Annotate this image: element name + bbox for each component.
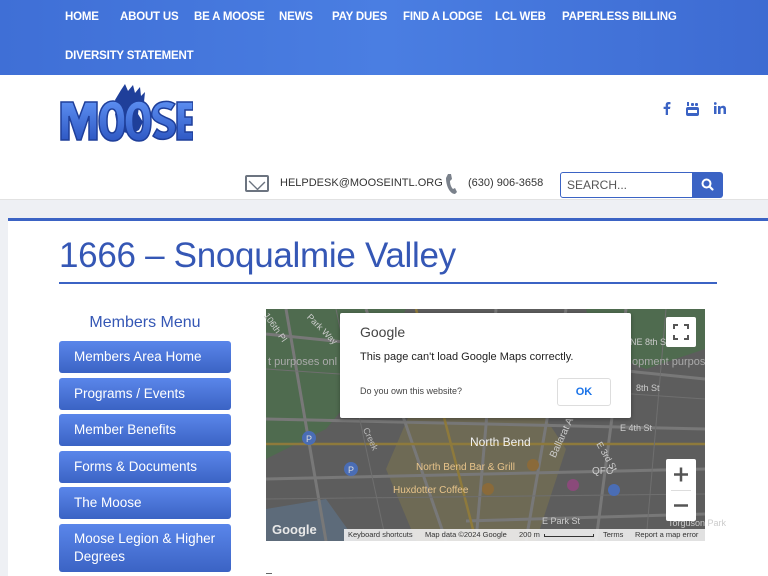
content-dash <box>266 573 272 574</box>
title-underline <box>59 282 717 284</box>
menu-programs-events[interactable]: Programs / Events <box>59 378 231 410</box>
nav-news[interactable]: NEWS <box>279 11 313 23</box>
map-scale-bar <box>544 534 594 537</box>
contact-email[interactable]: HELPDESK@MOOSEINTL.ORG <box>280 177 443 189</box>
nav-about-us[interactable]: ABOUT US <box>120 11 179 23</box>
menu-forms-documents[interactable]: Forms & Documents <box>59 451 231 483</box>
terms-link[interactable]: Terms <box>603 530 623 539</box>
map-label-park-st: E Park St <box>542 516 581 526</box>
map-scale-label[interactable]: 200 m <box>519 530 540 539</box>
plus-icon <box>674 467 688 482</box>
search-button[interactable] <box>692 172 723 198</box>
zoom-out-button[interactable] <box>666 490 696 521</box>
map-watermark-right: opment purpos <box>632 356 706 368</box>
menu-label: Forms & Documents <box>74 459 198 474</box>
nav-pay-dues[interactable]: PAY DUES <box>332 11 387 23</box>
menu-member-benefits[interactable]: Member Benefits <box>59 414 231 446</box>
moose-logo[interactable] <box>59 84 193 142</box>
map-label-e4th: E 4th St <box>620 423 653 433</box>
fullscreen-icon <box>673 324 689 340</box>
nav-lcl-web[interactable]: LCL WEB <box>495 11 546 23</box>
map-data-attribution: Map data ©2024 Google <box>425 530 507 539</box>
menu-label: Programs / Events <box>74 386 186 401</box>
phone-icon <box>446 174 457 194</box>
nav-be-a-moose[interactable]: BE A MOOSE <box>194 11 265 23</box>
search-input[interactable] <box>560 172 694 198</box>
report-error-link[interactable]: Report a map error <box>635 530 698 539</box>
youtube-icon[interactable] <box>686 102 699 119</box>
zoom-control <box>666 459 696 521</box>
menu-members-area-home[interactable]: Members Area Home <box>59 341 231 373</box>
nav-diversity-statement[interactable]: DIVERSITY STATEMENT <box>65 50 194 62</box>
dialog-ok-button[interactable]: OK <box>557 378 611 406</box>
page-title: 1666 – Snoqualmie Valley <box>59 236 456 275</box>
zoom-in-button[interactable] <box>666 459 696 490</box>
members-menu-heading: Members Menu <box>89 314 201 331</box>
map-label-huxdotter: Huxdotter Coffee <box>393 485 469 496</box>
svg-text:P: P <box>348 465 354 475</box>
map-label-bar-grill: North Bend Bar & Grill <box>416 462 515 473</box>
dialog-message: This page can't load Google Maps correct… <box>360 351 574 363</box>
facebook-icon[interactable] <box>663 102 671 118</box>
map-label-8th: 8th St <box>636 383 660 393</box>
map-label-ne8th: NE 8th St <box>630 337 669 347</box>
map-label-qfc: QFC <box>592 466 614 477</box>
menu-label: Moose Legion & Higher Degrees <box>74 531 216 564</box>
google-logo[interactable]: Google <box>272 522 317 537</box>
nav-paperless-billing[interactable]: PAPERLESS BILLING <box>562 11 677 23</box>
nav-home[interactable]: HOME <box>65 11 99 23</box>
linkedin-icon[interactable] <box>713 102 726 117</box>
map-footer: Keyboard shortcuts Map data ©2024 Google… <box>344 529 705 541</box>
menu-moose-legion[interactable]: Moose Legion & Higher Degrees <box>59 524 231 572</box>
search-icon <box>701 178 714 191</box>
map-label-north-bend: North Bend <box>470 435 531 449</box>
menu-label: Member Benefits <box>74 422 177 437</box>
mail-icon <box>245 175 269 192</box>
dialog-question[interactable]: Do you own this website? <box>360 386 462 396</box>
dialog-google-brand: Google <box>360 324 406 340</box>
top-navigation: HOME ABOUT US BE A MOOSE NEWS PAY DUES F… <box>0 0 768 75</box>
fullscreen-button[interactable] <box>666 317 696 347</box>
contact-phone[interactable]: (630) 906-3658 <box>468 177 543 189</box>
menu-label: Members Area Home <box>74 349 202 364</box>
map-watermark-left: t purposes onl <box>268 356 338 368</box>
menu-the-moose[interactable]: The Moose <box>59 487 231 519</box>
menu-label: The Moose <box>74 495 142 510</box>
keyboard-shortcuts-link[interactable]: Keyboard shortcuts <box>348 530 413 539</box>
minus-icon <box>674 504 688 507</box>
nav-find-a-lodge[interactable]: FIND A LODGE <box>403 11 482 23</box>
svg-text:P: P <box>306 434 312 444</box>
